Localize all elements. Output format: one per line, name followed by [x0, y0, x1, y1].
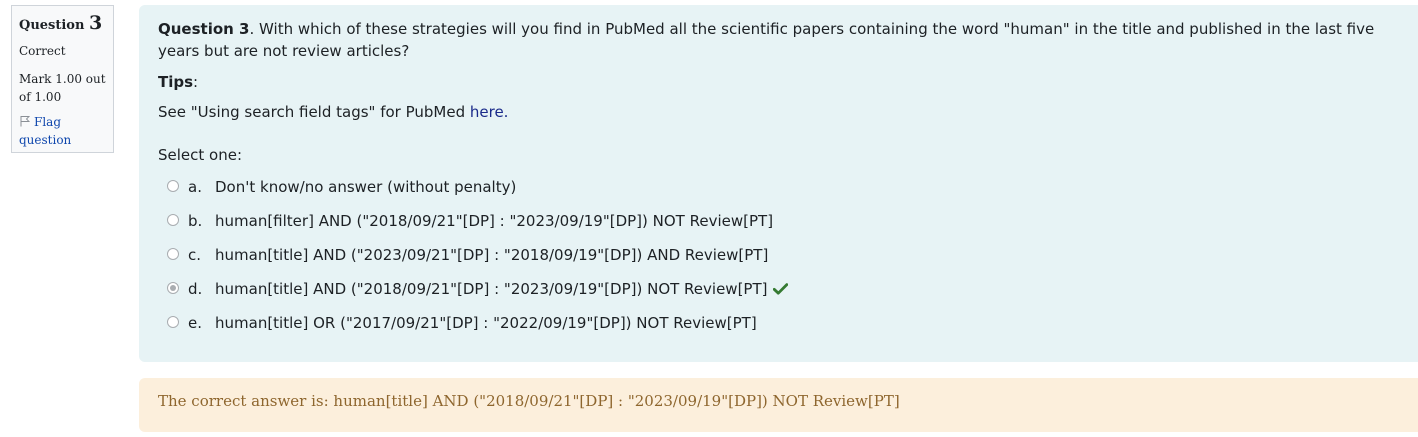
correct-answer-text: The correct answer is: human[title] AND … [158, 392, 900, 410]
answer-text: human[filter] AND ("2018/09/21"[DP] : "2… [215, 212, 774, 230]
tips-line: Tips: [158, 71, 1418, 93]
see-tags-text: See "Using search field tags" for PubMed [158, 103, 470, 121]
question-label: Question 3 [158, 20, 250, 38]
answer-option-e[interactable]: e. human[title] OR ("2017/09/21"[DP] : "… [167, 312, 867, 334]
question-content: Question 3. With which of these strategi… [139, 5, 1418, 362]
check-icon [773, 283, 789, 295]
answer-text: Don't know/no answer (without penalty) [215, 178, 517, 196]
answer-letter: a. [188, 178, 202, 196]
answer-radio-e[interactable] [167, 316, 179, 328]
answer-text-correct: human[title] AND ("2018/09/21"[DP] : "20… [215, 278, 789, 300]
select-one-prompt: Select one: [158, 146, 243, 164]
answer-radio-c[interactable] [167, 248, 179, 260]
flag-icon [20, 116, 31, 127]
see-tags-line: See "Using search field tags" for PubMed… [158, 101, 1418, 123]
question-number-heading: Question 3 [19, 14, 106, 35]
answer-text: human[title] OR ("2017/09/21"[DP] : "202… [215, 314, 757, 332]
answer-radio-d[interactable] [167, 282, 179, 294]
question-number: 3 [88, 12, 103, 34]
answer-letter: c. [188, 246, 202, 264]
question-text: Question 3. With which of these strategi… [158, 18, 1418, 62]
answer-radio-a[interactable] [167, 180, 179, 192]
here-link[interactable]: here. [470, 103, 509, 121]
question-word: Question [19, 18, 85, 33]
answer-option-b[interactable]: b. human[filter] AND ("2018/09/21"[DP] :… [167, 210, 867, 232]
answer-option-c[interactable]: c. human[title] AND ("2023/09/21"[DP] : … [167, 244, 867, 266]
flag-question-link[interactable]: Flag question [19, 113, 106, 149]
correct-answer-feedback: The correct answer is: human[title] AND … [139, 378, 1418, 432]
answer-text: human[title] AND ("2023/09/21"[DP] : "20… [215, 246, 769, 264]
question-grade: Mark 1.00 out of 1.00 [19, 72, 106, 104]
question-info-panel: Question 3 Correct Mark 1.00 out of 1.00… [11, 5, 114, 153]
answer-text: human[title] AND ("2018/09/21"[DP] : "20… [215, 280, 768, 298]
tips-colon: : [193, 73, 199, 91]
tips-label: Tips [158, 73, 194, 91]
answer-option-d[interactable]: d. human[title] AND ("2018/09/21"[DP] : … [167, 278, 867, 300]
answer-letter: b. [188, 212, 203, 230]
answer-radio-b[interactable] [167, 214, 179, 226]
answer-option-a[interactable]: a. Don't know/no answer (without penalty… [167, 176, 867, 198]
question-state: Correct [19, 44, 66, 58]
answer-letter: d. [188, 280, 203, 298]
question-body: . With which of these strategies will yo… [158, 20, 1375, 60]
answer-letter: e. [188, 314, 202, 332]
